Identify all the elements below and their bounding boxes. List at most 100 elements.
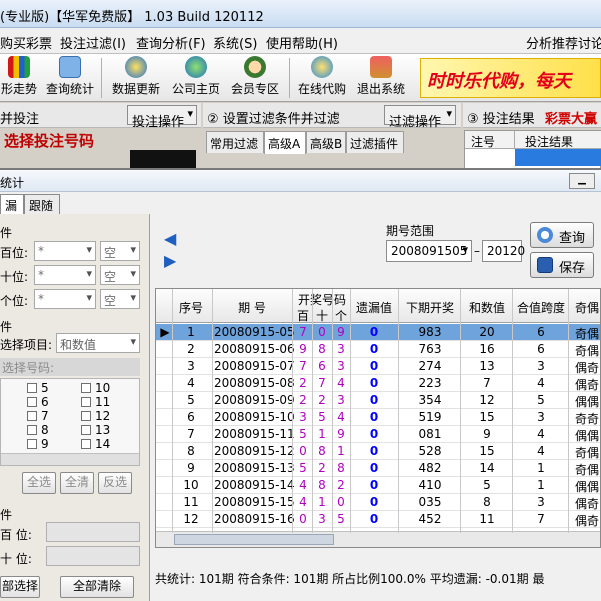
cell-miss: 0 <box>369 376 379 390</box>
period-from-select[interactable]: 2008091505 <box>386 240 472 262</box>
units-mode-select[interactable]: 空 <box>100 289 140 309</box>
number-checkbox[interactable]: 9 <box>27 437 49 451</box>
table-row[interactable]: 11 20080915-15 4 1 0 0 035 8 3 偶奇 <box>156 494 600 511</box>
select-all-numbers-button[interactable]: 全选 <box>22 472 56 494</box>
table-row[interactable]: 4 20080915-08 2 7 4 0 223 7 4 偶奇 <box>156 375 600 392</box>
promo-banner[interactable]: 时时乐代购，每天 <box>420 58 601 98</box>
menu-query-analysis[interactable]: 查询分析(F) <box>136 33 206 52</box>
result-selected-cell[interactable] <box>515 149 601 166</box>
pos-tens-input[interactable] <box>46 546 140 566</box>
scroll-thumb[interactable] <box>174 534 334 545</box>
toolbar-data-update-button[interactable]: 数据更新 <box>110 56 162 100</box>
table-row[interactable]: 6 20080915-10 3 5 4 0 519 15 3 奇奇 <box>156 409 600 426</box>
cell-b: 5 <box>299 461 307 475</box>
clear-numbers-button[interactable]: 全清 <box>60 472 94 494</box>
cell-period: 20080915-05 <box>214 325 295 339</box>
menu-system[interactable]: 系统(S) <box>213 33 257 52</box>
cell-miss: 0 <box>369 427 379 441</box>
toolbar-homepage-button[interactable]: 公司主页 <box>170 56 222 100</box>
cell-period: 20080915-10 <box>214 410 295 424</box>
cell-g: 9 <box>337 325 345 339</box>
tab-follow[interactable]: 跟随 <box>24 194 60 214</box>
toolbar-exit-button[interactable]: 退出系统 <box>355 56 407 100</box>
number-checkbox[interactable]: 8 <box>27 423 49 437</box>
grid-column-line <box>172 289 173 533</box>
col-hundreds[interactable]: 百 <box>294 307 312 324</box>
arrow-right-icon[interactable]: ▶ <box>164 253 178 269</box>
number-checkbox[interactable]: 10 <box>81 381 110 395</box>
table-row[interactable]: 3 20080915-07 7 6 3 0 274 13 3 偶奇 <box>156 358 600 375</box>
period-dash: – <box>474 244 480 258</box>
query-button[interactable]: 查询 <box>530 222 594 248</box>
grid-hscrollbar[interactable] <box>156 531 600 547</box>
save-button[interactable]: 保存 <box>530 252 594 278</box>
col-period[interactable]: 期 号 <box>214 299 290 316</box>
cell-period: 20080915-15 <box>214 495 295 509</box>
menu-analysis-forum[interactable]: 分析推荐讨论 <box>526 33 601 52</box>
minimize-button[interactable]: ▁ <box>569 173 595 189</box>
hundreds-mode-select[interactable]: 空 <box>100 241 140 261</box>
col-index[interactable]: 序号 <box>174 299 208 316</box>
select-all-button[interactable]: 部选择 <box>0 576 40 598</box>
menu-bet-filter[interactable]: 投注过滤(I) <box>60 33 126 52</box>
cell-oe: 奇偶 <box>574 463 599 477</box>
number-checkbox[interactable]: 12 <box>81 409 110 423</box>
table-row[interactable]: 10 20080915-14 4 8 2 0 410 5 1 偶偶 <box>156 477 600 494</box>
table-row[interactable]: 8 20080915-12 0 8 1 0 528 15 4 奇偶 <box>156 443 600 460</box>
stat-item-select[interactable]: 和数值 <box>56 333 140 353</box>
table-row[interactable]: 2 20080915-06 9 8 3 0 763 16 6 奇偶 <box>156 341 600 358</box>
tens-select[interactable]: * <box>34 265 96 285</box>
tab-advanced-b[interactable]: 高级B <box>306 131 346 153</box>
clear-all-button[interactable]: 全部清除 <box>60 576 134 598</box>
hundreds-select[interactable]: * <box>34 241 96 261</box>
col-tens[interactable]: 十 <box>312 307 332 324</box>
tab-omission[interactable]: 漏 <box>0 194 24 214</box>
col-next[interactable]: 下期开奖 <box>400 299 460 316</box>
col-sum[interactable]: 和数值 <box>462 299 512 316</box>
table-row[interactable]: 9 20080915-13 5 2 8 0 482 14 1 奇偶 <box>156 460 600 477</box>
panel3-promo[interactable]: 彩票大赢 <box>545 108 597 127</box>
tens-mode-select[interactable]: 空 <box>100 265 140 285</box>
tab-filter-plugins[interactable]: 过滤插件 <box>346 131 404 153</box>
period-to-select[interactable]: 20120 <box>482 240 525 262</box>
toolbar-trend-button[interactable]: 形走势 <box>0 56 38 100</box>
bet-action-dropdown[interactable]: 投注操作 <box>127 105 197 130</box>
cell-next: 983 <box>418 325 442 339</box>
toolbar-trend-label: 形走势 <box>0 82 37 96</box>
invert-numbers-button[interactable]: 反选 <box>98 472 132 494</box>
pos-hundreds-input[interactable] <box>46 522 140 542</box>
number-checkbox[interactable]: 14 <box>81 437 110 451</box>
table-row[interactable]: 5 20080915-09 2 2 3 0 354 12 5 偶偶 <box>156 392 600 409</box>
tab-advanced-a[interactable]: 高级A <box>264 131 306 154</box>
cell-miss: 0 <box>369 393 379 407</box>
col-miss[interactable]: 遗漏值 <box>352 299 396 316</box>
cell-sum: 20 <box>479 325 495 339</box>
grid-column-line <box>398 289 399 533</box>
menu-help[interactable]: 使用帮助(H) <box>266 33 338 52</box>
arrow-left-icon[interactable]: ◀ <box>164 231 178 247</box>
table-row[interactable]: 12 20080915-16 0 3 5 0 452 11 7 偶奇 <box>156 511 600 528</box>
number-checkbox[interactable]: 5 <box>27 381 49 395</box>
tab-common-filter[interactable]: 常用过滤 <box>206 131 264 153</box>
pos-tens-label: 十 位: <box>0 552 32 566</box>
status-text: 共统计: 101期 符合条件: 101期 所占比例100.0% 平均遗漏: -0… <box>155 572 545 586</box>
toolbar-member-button[interactable]: 会员专区 <box>229 56 281 100</box>
table-row[interactable]: 7 20080915-11 5 1 9 0 081 9 4 偶偶 <box>156 426 600 443</box>
menu-buy-lottery[interactable]: 购买彩票 <box>0 33 52 52</box>
toolbar-online-buy-button[interactable]: 在线代购 <box>296 56 348 100</box>
number-checkbox[interactable]: 11 <box>81 395 110 409</box>
filter-action-dropdown[interactable]: 过滤操作 <box>384 105 456 130</box>
toolbar-query-stats-button[interactable]: 查询统计 <box>44 56 96 100</box>
number-checkbox[interactable]: 13 <box>81 423 110 437</box>
checkbox-scrollbar[interactable] <box>1 453 139 465</box>
col-units[interactable]: 个 <box>332 307 350 324</box>
col-draw[interactable]: 开奖号码 <box>294 291 350 308</box>
col-odd-even[interactable]: 奇偶 <box>570 299 600 316</box>
col-span[interactable]: 合值跨度 <box>514 299 568 316</box>
section2-label: 件 <box>0 320 13 334</box>
cell-next: 528 <box>418 444 442 458</box>
units-select[interactable]: * <box>34 289 96 309</box>
table-row[interactable]: ▶ 1 20080915-05 7 0 9 0 983 20 6 奇偶 <box>156 324 600 341</box>
number-checkbox[interactable]: 7 <box>27 409 49 423</box>
number-checkbox[interactable]: 6 <box>27 395 49 409</box>
